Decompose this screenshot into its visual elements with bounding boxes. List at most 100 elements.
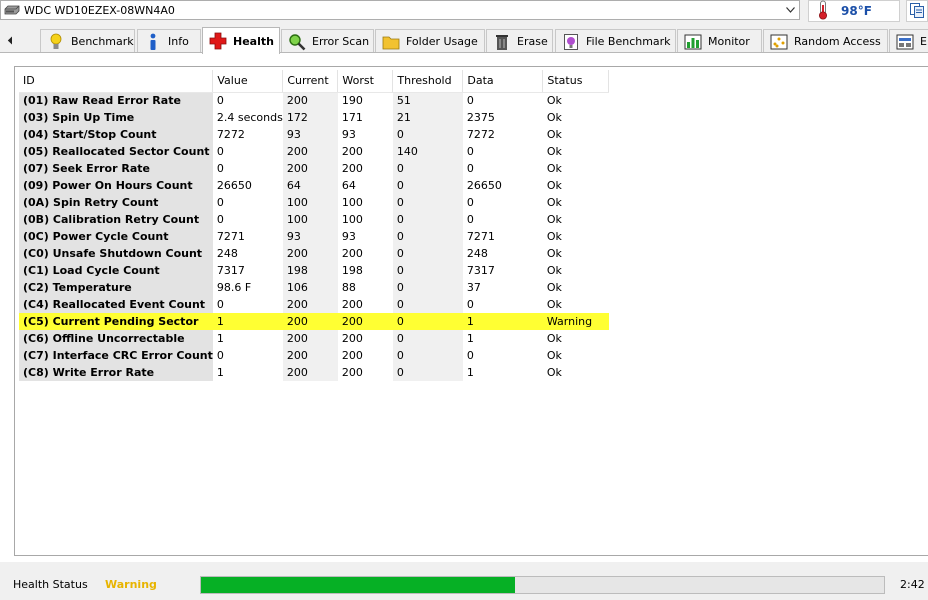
table-row[interactable]: (04) Start/Stop Count 7272 93 93 0 7272 Ok (19, 126, 609, 143)
cell-data: 0 (466, 162, 474, 175)
tab-file-benchmark[interactable]: File Benchmark (555, 29, 676, 53)
table-row[interactable]: (0B) Calibration Retry Count 0 100 100 0 0 Ok (19, 211, 609, 228)
tab-scroll-left-button[interactable] (2, 31, 18, 49)
cell-status: Ok (546, 281, 562, 294)
table-row[interactable]: (C2) Temperature 98.6 F 106 88 0 37 Ok (19, 279, 609, 296)
table-row[interactable]: (01) Raw Read Error Rate 0 200 190 51 0 Ok (19, 92, 609, 109)
table-row[interactable]: (03) Spin Up Time 2.4 seconds 172 171 21 2375… (19, 109, 609, 126)
tab-erase[interactable]: Erase (486, 29, 553, 53)
cell-id: (03) Spin Up Time (19, 109, 213, 126)
tab-health[interactable]: Health (202, 27, 280, 54)
column-header-id[interactable]: ID (19, 70, 214, 93)
cell-status: Ok (546, 366, 562, 379)
table-row[interactable]: (C0) Unsafe Shutdown Count 248 200 200 0 248 O… (19, 245, 609, 262)
cell-id: (07) Seek Error Rate (19, 160, 213, 177)
tab-strip: Benchmark Info Health Error Scan Folder … (0, 27, 928, 54)
tab-folder-usage[interactable]: Folder Usage (375, 29, 485, 53)
cell-threshold: 0 (392, 330, 463, 347)
tab-error-scan[interactable]: Error Scan (281, 29, 374, 53)
tab-monitor[interactable]: Monitor (677, 29, 762, 53)
table-row[interactable]: (C4) Reallocated Event Count 0 200 200 0 0 Ok (19, 296, 609, 313)
column-header-threshold[interactable]: Threshold (392, 70, 464, 93)
cell-status: Ok (546, 179, 562, 192)
tab-random-access[interactable]: Random Access (763, 29, 888, 53)
smart-attribute-list: ID Value Current Worst Threshold Data St… (14, 66, 928, 556)
trash-icon (493, 33, 511, 51)
cell-current: 200 (282, 364, 338, 381)
thermometer-icon (817, 0, 829, 23)
cell-threshold: 21 (392, 109, 463, 126)
cell-current: 200 (282, 92, 338, 109)
cell-status: Ok (546, 349, 562, 362)
cell-data: 7272 (466, 128, 495, 141)
cell-status: Ok (546, 247, 562, 260)
cell-current: 200 (282, 245, 338, 262)
cell-threshold: 51 (392, 92, 463, 109)
cell-id: (05) Reallocated Sector Count (19, 143, 213, 160)
cell-id: (04) Start/Stop Count (19, 126, 213, 143)
drive-select[interactable]: WDC WD10EZEX-08WN4A0 (0, 0, 800, 20)
cell-threshold: 0 (392, 313, 463, 330)
cell-id: (C7) Interface CRC Error Count (19, 347, 213, 364)
cell-threshold: 0 (392, 160, 463, 177)
red-cross-icon (209, 32, 227, 50)
table-row[interactable]: (05) Reallocated Sector Count 0 200 200 140 0… (19, 143, 609, 160)
table-row[interactable]: (C7) Interface CRC Error Count 0 200 200 0 0 O… (19, 347, 609, 364)
cell-worst: 200 (341, 247, 363, 260)
cell-current: 64 (282, 177, 338, 194)
cell-status: Ok (546, 264, 562, 277)
cell-status: Ok (546, 128, 562, 141)
column-header-worst[interactable]: Worst (337, 70, 394, 93)
cell-current: 93 (282, 126, 338, 143)
table-row[interactable]: (C5) Current Pending Sector 1 200 200 0 1 Warn… (19, 313, 609, 330)
cell-threshold: 0 (392, 262, 463, 279)
tab-benchmark[interactable]: Benchmark (40, 29, 135, 53)
column-header-value[interactable]: Value (212, 70, 284, 93)
cell-value: 98.6 F (216, 281, 252, 294)
cell-worst: 200 (341, 349, 363, 362)
copy-button[interactable] (906, 0, 928, 22)
column-header-status[interactable]: Status (542, 70, 610, 93)
tab-extra-tests[interactable]: E (889, 29, 928, 53)
cell-value: 0 (216, 145, 224, 158)
cell-data: 1 (466, 366, 474, 379)
lightbulb-icon (47, 33, 65, 51)
cell-status: Ok (546, 332, 562, 345)
cell-worst: 93 (341, 230, 356, 243)
cell-id: (C5) Current Pending Sector (19, 313, 213, 330)
cell-data: 0 (466, 196, 474, 209)
column-header-data[interactable]: Data (462, 70, 544, 93)
cell-worst: 200 (341, 145, 363, 158)
cell-data: 1 (466, 332, 474, 345)
cell-status: Ok (546, 111, 562, 124)
tab-info[interactable]: Info (137, 29, 201, 53)
chevron-down-icon[interactable] (782, 1, 799, 19)
cell-worst: 64 (341, 179, 356, 192)
cell-data: 248 (466, 247, 488, 260)
temperature-display: 98°F (808, 0, 900, 22)
cell-value: 2.4 seconds (216, 111, 283, 124)
health-progress-fill (201, 577, 516, 593)
cell-worst: 88 (341, 281, 356, 294)
cell-data: 7271 (466, 230, 495, 243)
table-row[interactable]: (09) Power On Hours Count 26650 64 64 0 26650… (19, 177, 609, 194)
table-row[interactable]: (C1) Load Cycle Count 7317 198 198 0 7317 Ok (19, 262, 609, 279)
cell-status: Ok (546, 94, 562, 108)
health-progress-bar (200, 576, 885, 594)
cell-threshold: 0 (392, 347, 463, 364)
table-row[interactable]: (C6) Offline Uncorrectable 1 200 200 0 1 Ok (19, 330, 609, 347)
table-row[interactable]: (0C) Power Cycle Count 7271 93 93 0 7271 Ok (19, 228, 609, 245)
column-header-current[interactable]: Current (282, 70, 339, 93)
cell-current: 100 (282, 211, 338, 228)
table-row[interactable]: (07) Seek Error Rate 0 200 200 0 0 Ok (19, 160, 609, 177)
cell-id: (C6) Offline Uncorrectable (19, 330, 213, 347)
table-row[interactable]: (C8) Write Error Rate 1 200 200 0 1 Ok (19, 364, 609, 381)
cell-threshold: 0 (392, 126, 463, 143)
table-row[interactable]: (0A) Spin Retry Count 0 100 100 0 0 Ok (19, 194, 609, 211)
cell-value: 0 (216, 94, 224, 108)
cell-id: (C0) Unsafe Shutdown Count (19, 245, 213, 262)
cell-worst: 190 (341, 94, 363, 108)
copy-icon (909, 2, 925, 21)
cell-worst: 200 (341, 162, 363, 175)
cell-id: (C1) Load Cycle Count (19, 262, 213, 279)
